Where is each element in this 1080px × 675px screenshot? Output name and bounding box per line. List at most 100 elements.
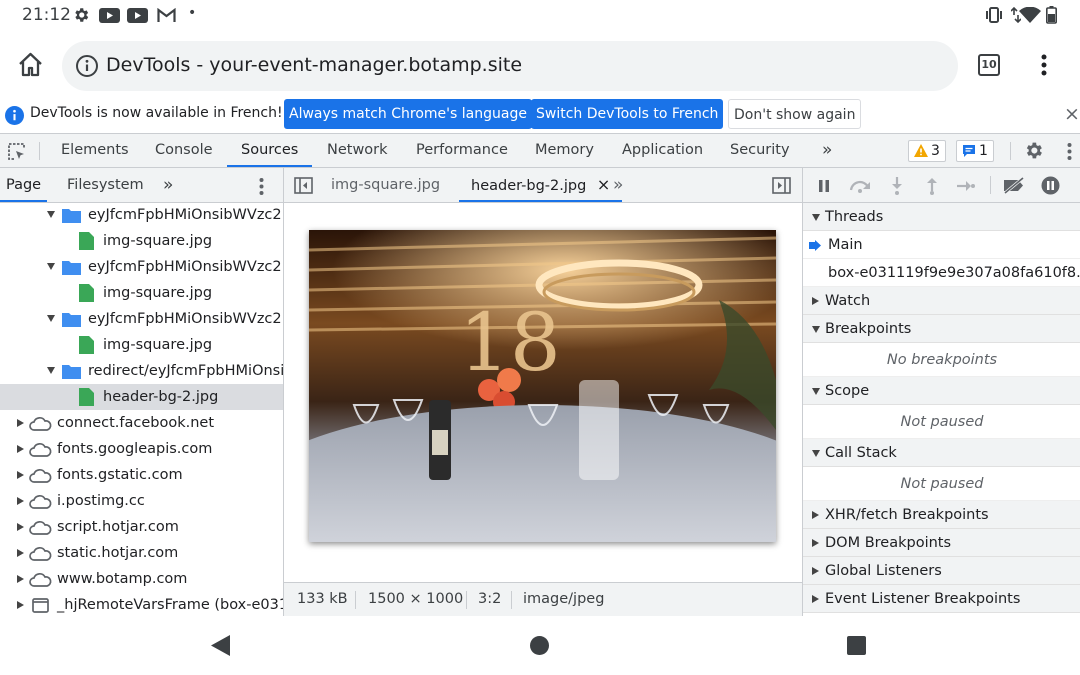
event-listener-breakpoints-section-header[interactable]: Event Listener Breakpoints: [803, 585, 1080, 613]
toggle-navigator-icon[interactable]: [294, 177, 313, 194]
tree-domain-row[interactable]: fonts.gstatic.com: [0, 462, 283, 488]
warnings-badge[interactable]: 3: [908, 140, 946, 162]
collapse-arrow-icon: [17, 471, 24, 479]
tab-network[interactable]: Network: [327, 134, 388, 167]
dont-show-again-button[interactable]: Don't show again: [728, 99, 862, 129]
image-mime-type: image/jpeg: [523, 591, 605, 607]
tree-domain-row[interactable]: connect.facebook.net: [0, 410, 283, 436]
tree-label: redirect/eyJfcmFpbHMiOnsibWVzc2Fn: [88, 363, 283, 379]
sources-editor: img-square.jpg header-bg-2.jpg × » 18 13…: [284, 168, 802, 616]
sources-navigator: Page Filesystem » eyJfcmFpbHMiOnsibWVzc2…: [0, 168, 284, 616]
editor-tabbar: img-square.jpg header-bg-2.jpg × »: [284, 168, 802, 203]
home-icon[interactable]: [17, 52, 44, 77]
status-divider: [511, 591, 512, 609]
deactivate-breakpoints-icon[interactable]: [1002, 177, 1026, 194]
status-time: 21:12: [22, 5, 71, 25]
event-photo: 18: [309, 230, 776, 542]
editor-tab-label: header-bg-2.jpg: [471, 178, 587, 194]
omnibox[interactable]: DevTools - your-event-manager.botamp.sit…: [62, 41, 958, 91]
tab-performance[interactable]: Performance: [416, 134, 508, 167]
tree-domain-row[interactable]: script.hotjar.com: [0, 514, 283, 540]
youtube-notification-icon-2: [127, 8, 148, 23]
thread-main-label: Main: [828, 237, 863, 253]
image-file-icon: [79, 388, 94, 406]
tab-memory[interactable]: Memory: [535, 134, 594, 167]
thread-main-row[interactable]: Main: [803, 231, 1080, 259]
recents-icon[interactable]: [847, 636, 866, 655]
tree-folder-row[interactable]: eyJfcmFpbHMiOnsibWVzc2Fn: [0, 202, 283, 228]
global-listeners-section-header[interactable]: Global Listeners: [803, 557, 1080, 585]
settings-gear-notification-icon: [72, 6, 90, 24]
tree-frame-row[interactable]: _hjRemoteVarsFrame (box-e031119f9e9e307a…: [0, 592, 283, 616]
breakpoints-section-header[interactable]: Breakpoints: [803, 315, 1080, 343]
gmail-notification-icon: [157, 8, 176, 23]
watch-section-header[interactable]: Watch: [803, 287, 1080, 315]
call-stack-section-header[interactable]: Call Stack: [803, 439, 1080, 467]
tree-label: fonts.gstatic.com: [57, 467, 183, 483]
collapse-arrow-icon: [17, 549, 24, 557]
editor-tab-img-square[interactable]: img-square.jpg: [331, 168, 440, 202]
vibrate-icon: [985, 7, 1003, 23]
tree-folder-row[interactable]: eyJfcmFpbHMiOnsibWVzc2Fn: [0, 306, 283, 332]
scope-section-header[interactable]: Scope: [803, 377, 1080, 405]
navigator-menu-icon[interactable]: [259, 178, 264, 195]
toggle-debugger-icon[interactable]: [772, 177, 791, 194]
tree-file-row-selected[interactable]: header-bg-2.jpg: [0, 384, 283, 410]
image-preview: 18: [309, 230, 776, 542]
back-icon[interactable]: [211, 635, 230, 656]
tree-domain-row[interactable]: static.hotjar.com: [0, 540, 283, 566]
editor-tab-header-bg-2[interactable]: header-bg-2.jpg ×: [459, 168, 623, 202]
tab-sources[interactable]: Sources: [227, 134, 313, 167]
tree-file-row[interactable]: img-square.jpg: [0, 280, 283, 306]
close-tab-icon[interactable]: ×: [597, 175, 610, 194]
tree-label: _hjRemoteVarsFrame (box-e031119f9e9e307a…: [57, 597, 283, 613]
home-nav-icon[interactable]: [530, 636, 549, 655]
tab-page[interactable]: Page: [0, 168, 48, 202]
tab-switcher-button[interactable]: 10: [978, 54, 1000, 76]
editor-more-tabs[interactable]: »: [613, 168, 623, 202]
devtools-menu-icon[interactable]: [1067, 143, 1072, 160]
switch-to-french-button[interactable]: Switch DevTools to French: [531, 99, 724, 129]
tree-label: connect.facebook.net: [57, 415, 215, 431]
image-status-bar: 133 kB 1500 × 1000 3:2 image/jpeg: [284, 582, 802, 616]
tree-domain-row[interactable]: fonts.googleapis.com: [0, 436, 283, 462]
image-file-icon: [79, 232, 94, 250]
thread-box-row[interactable]: box-e031119f9e9e307a08fa610f8...: [803, 259, 1080, 287]
xhr-breakpoints-section-header[interactable]: XHR/fetch Breakpoints: [803, 501, 1080, 529]
tree-folder-row[interactable]: eyJfcmFpbHMiOnsibWVzc2Fn: [0, 254, 283, 280]
image-file-size: 133 kB: [297, 591, 348, 607]
threads-section-header[interactable]: Threads: [803, 203, 1080, 231]
step-into-icon[interactable]: [891, 177, 903, 195]
tree-domain-row[interactable]: www.botamp.com: [0, 566, 283, 592]
always-match-language-button[interactable]: Always match Chrome's language: [284, 99, 532, 129]
more-tabs-button[interactable]: »: [822, 134, 832, 167]
section-label: Breakpoints: [825, 321, 912, 337]
tab-elements[interactable]: Elements: [61, 134, 129, 167]
navigator-more-tabs[interactable]: »: [163, 168, 173, 202]
cloud-icon: [29, 520, 52, 535]
expand-arrow-icon: [47, 367, 55, 374]
tree-file-row[interactable]: img-square.jpg: [0, 332, 283, 358]
step-icon[interactable]: [957, 180, 975, 192]
tree-file-row[interactable]: img-square.jpg: [0, 228, 283, 254]
step-out-icon[interactable]: [926, 177, 938, 195]
tab-application[interactable]: Application: [622, 134, 703, 167]
tab-filesystem[interactable]: Filesystem: [67, 168, 144, 202]
section-label: DOM Breakpoints: [825, 535, 952, 551]
site-info-icon[interactable]: [75, 54, 99, 78]
pause-icon[interactable]: [818, 180, 830, 192]
settings-icon[interactable]: [1023, 140, 1044, 161]
infobar-close-button[interactable]: ×: [1064, 103, 1080, 125]
navigator-tabbar: Page Filesystem »: [0, 168, 283, 203]
messages-badge[interactable]: 1: [956, 140, 994, 162]
inspect-element-icon[interactable]: [7, 142, 26, 161]
step-over-icon[interactable]: [849, 179, 871, 193]
wifi-icon: [1019, 7, 1041, 23]
tab-console[interactable]: Console: [155, 134, 213, 167]
tree-domain-row[interactable]: i.postimg.cc: [0, 488, 283, 514]
pause-on-exceptions-icon[interactable]: [1041, 176, 1060, 195]
tree-folder-row[interactable]: redirect/eyJfcmFpbHMiOnsibWVzc2Fn: [0, 358, 283, 384]
more-menu-icon[interactable]: [1041, 54, 1047, 76]
dom-breakpoints-section-header[interactable]: DOM Breakpoints: [803, 529, 1080, 557]
tab-security[interactable]: Security: [730, 134, 790, 167]
